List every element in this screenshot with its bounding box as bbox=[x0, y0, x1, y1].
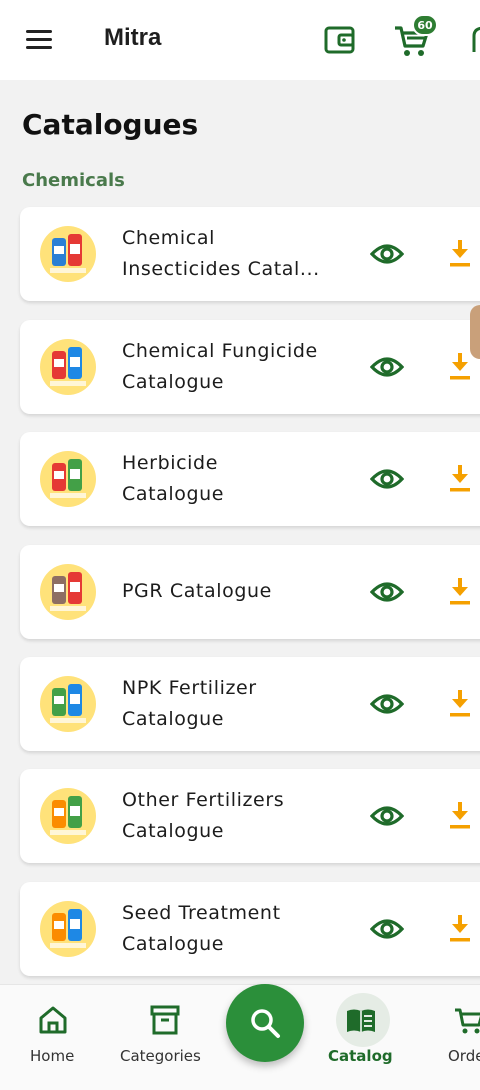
catalogue-title-line1: NPK Fertilizer bbox=[122, 677, 257, 699]
catalogue-title-line1: Chemical Fungicide bbox=[122, 340, 318, 362]
catalogue-title: Chemical Fungicide Catalogue bbox=[122, 336, 347, 398]
app-title: Mitra bbox=[104, 24, 162, 51]
orders-cart-icon bbox=[455, 1008, 480, 1034]
download-icon[interactable] bbox=[448, 350, 472, 382]
catalogue-thumbnail bbox=[40, 788, 96, 844]
catalogue-title-line1: PGR Catalogue bbox=[122, 580, 272, 602]
catalogue-card[interactable]: Herbicide Catalogue bbox=[20, 432, 480, 526]
catalogue-title: NPK Fertilizer Catalogue bbox=[122, 673, 347, 735]
eye-icon[interactable] bbox=[370, 240, 404, 268]
floating-help-handle[interactable] bbox=[470, 305, 480, 359]
catalogue-title: Herbicide Catalogue bbox=[122, 448, 347, 510]
nav-orders-label: Orders bbox=[448, 1047, 480, 1065]
catalogue-card[interactable]: Other Fertilizers Catalogue bbox=[20, 769, 480, 863]
nav-catalog[interactable]: Catalog bbox=[318, 985, 408, 1085]
nav-categories[interactable]: Categories bbox=[110, 985, 225, 1085]
catalogue-card[interactable]: Chemical Insecticides Catal... bbox=[20, 207, 480, 301]
book-icon bbox=[347, 1009, 375, 1032]
catalogue-card[interactable]: Chemical Fungicide Catalogue bbox=[20, 320, 480, 414]
catalogue-thumbnail bbox=[40, 676, 96, 732]
notification-icon[interactable] bbox=[468, 24, 480, 56]
catalogue-title-line2: Catalogue bbox=[122, 708, 225, 730]
cart-count-badge: 60 bbox=[412, 14, 438, 36]
catalogue-title: Chemical Insecticides Catal... bbox=[122, 223, 347, 285]
download-icon[interactable] bbox=[448, 237, 472, 269]
download-icon[interactable] bbox=[448, 687, 472, 719]
catalogue-card[interactable]: Seed Treatment Catalogue bbox=[20, 882, 480, 976]
menu-icon[interactable] bbox=[24, 26, 56, 54]
home-icon bbox=[39, 1006, 67, 1034]
eye-icon[interactable] bbox=[370, 915, 404, 943]
nav-orders[interactable]: Orders bbox=[440, 985, 480, 1085]
catalogue-title-line1: Herbicide bbox=[122, 452, 219, 474]
app-bar: Mitra 60 bbox=[0, 0, 480, 80]
nav-home[interactable]: Home bbox=[0, 985, 108, 1085]
catalogue-title-line2: Catalogue bbox=[122, 371, 225, 393]
eye-icon[interactable] bbox=[370, 353, 404, 381]
download-icon[interactable] bbox=[448, 462, 472, 494]
nav-home-label: Home bbox=[30, 1047, 75, 1065]
eye-icon[interactable] bbox=[370, 802, 404, 830]
catalogue-title: Other Fertilizers Catalogue bbox=[122, 785, 347, 847]
eye-icon[interactable] bbox=[370, 578, 404, 606]
catalogue-title: PGR Catalogue bbox=[122, 576, 347, 607]
search-icon bbox=[251, 1009, 280, 1038]
download-icon[interactable] bbox=[448, 575, 472, 607]
section-title: Chemicals bbox=[22, 170, 125, 191]
catalogue-thumbnail bbox=[40, 901, 96, 957]
catalogue-title-line1: Other Fertilizers bbox=[122, 789, 285, 811]
download-icon[interactable] bbox=[448, 799, 472, 831]
catalogue-card[interactable]: PGR Catalogue bbox=[20, 545, 480, 639]
catalogue-title-line2: Catalogue bbox=[122, 933, 225, 955]
nav-categories-label: Categories bbox=[120, 1047, 201, 1065]
catalogue-thumbnail bbox=[40, 339, 96, 395]
catalogue-thumbnail bbox=[40, 226, 96, 282]
wallet-icon[interactable] bbox=[322, 22, 358, 58]
download-icon[interactable] bbox=[448, 912, 472, 944]
nav-catalog-label: Catalog bbox=[328, 1047, 393, 1065]
catalogue-title-line1: Chemical bbox=[122, 227, 215, 249]
search-fab[interactable] bbox=[226, 984, 304, 1062]
catalogue-card[interactable]: NPK Fertilizer Catalogue bbox=[20, 657, 480, 751]
eye-icon[interactable] bbox=[370, 465, 404, 493]
catalogue-title: Seed Treatment Catalogue bbox=[122, 898, 347, 960]
page-title: Catalogues bbox=[22, 108, 199, 141]
catalogue-thumbnail bbox=[40, 564, 96, 620]
catalogue-title-line2: Catalogue bbox=[122, 820, 225, 842]
categories-box-icon bbox=[150, 1005, 180, 1035]
eye-icon[interactable] bbox=[370, 690, 404, 718]
catalogue-thumbnail bbox=[40, 451, 96, 507]
catalogue-title-line1: Seed Treatment bbox=[122, 902, 281, 924]
catalogue-title-line2: Insecticides Catal... bbox=[122, 258, 320, 280]
catalogue-title-line2: Catalogue bbox=[122, 483, 225, 505]
